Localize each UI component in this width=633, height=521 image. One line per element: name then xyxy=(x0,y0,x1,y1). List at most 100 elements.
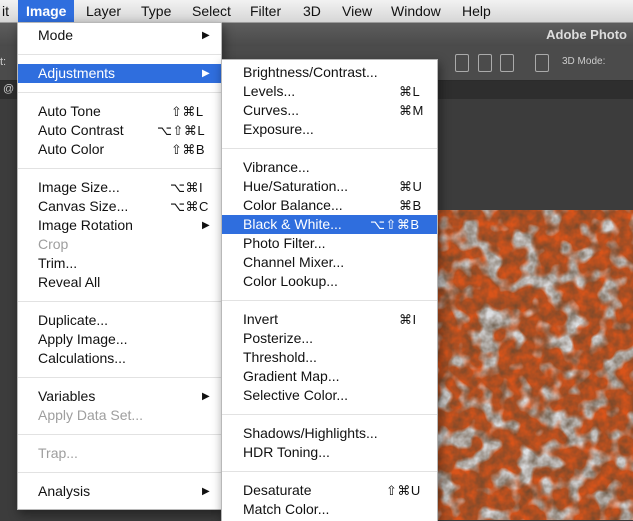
menu-item-mode[interactable]: Mode ▶ xyxy=(18,26,221,45)
menu-item-auto-tone[interactable]: Auto Tone ⇧⌘L xyxy=(18,102,221,121)
menu-item-calculations-label: Calculations... xyxy=(38,350,126,366)
menu-item-color-balance[interactable]: Color Balance... ⌘B xyxy=(222,196,437,215)
menu-item-desaturate[interactable]: Desaturate ⇧⌘U xyxy=(222,481,437,500)
shortcut: ⌘L xyxy=(399,84,421,99)
menu-item-auto-color[interactable]: Auto Color ⇧⌘B xyxy=(18,140,221,159)
menu-help[interactable]: Help xyxy=(462,0,491,22)
menu-layer[interactable]: Layer xyxy=(86,0,121,22)
menu-item-label: Photo Filter... xyxy=(243,235,326,251)
menu-item-image-size-label: Image Size... xyxy=(38,179,120,195)
menu-item-photo-filter[interactable]: Photo Filter... xyxy=(222,234,437,253)
shortcut: ⇧⌘B xyxy=(171,142,206,157)
menu-item-label: Hue/Saturation... xyxy=(243,178,349,194)
submenu-arrow-icon: ▶ xyxy=(202,486,210,497)
menu-item-levels[interactable]: Levels... ⌘L xyxy=(222,82,437,101)
menu-image[interactable]: Image xyxy=(18,0,75,22)
submenu-arrow-icon: ▶ xyxy=(202,30,210,41)
menu-separator xyxy=(18,54,221,55)
menu-item-selective-color[interactable]: Selective Color... xyxy=(222,386,437,405)
menu-item-label: Match Color... xyxy=(243,501,330,517)
3d-mode-label: 3D Mode: xyxy=(562,56,606,67)
menu-item-color-lookup[interactable]: Color Lookup... xyxy=(222,272,437,291)
menu-item-label: Threshold... xyxy=(243,349,317,365)
menu-item-apply-data-set-label: Apply Data Set... xyxy=(38,407,144,423)
menu-select[interactable]: Select xyxy=(192,0,231,22)
canvas-image xyxy=(420,210,633,520)
image-menu: Mode ▶ Adjustments ▶ Auto Tone ⇧⌘L Auto … xyxy=(17,22,222,510)
menu-item-label: Exposure... xyxy=(243,121,314,137)
menu-separator xyxy=(222,471,437,472)
shortcut: ⇧⌘U xyxy=(386,483,421,498)
menu-item-adjustments[interactable]: Adjustments ▶ xyxy=(18,64,221,83)
menu-item-trim[interactable]: Trim... xyxy=(18,254,221,273)
menu-filter[interactable]: Filter xyxy=(250,0,281,22)
menu-item-trap: Trap... xyxy=(18,444,221,463)
menu-type[interactable]: Type xyxy=(141,0,171,22)
menu-item-auto-color-label: Auto Color xyxy=(38,141,105,157)
menu-item-duplicate-label: Duplicate... xyxy=(38,312,109,328)
menu-item-duplicate[interactable]: Duplicate... xyxy=(18,311,221,330)
menu-item-analysis[interactable]: Analysis ▶ xyxy=(18,482,221,501)
menu-item-curves[interactable]: Curves... ⌘M xyxy=(222,101,437,120)
menu-item-label: Black & White... xyxy=(243,216,342,232)
menu-item-auto-contrast[interactable]: Auto Contrast ⌥⇧⌘L xyxy=(18,121,221,140)
menu-item-mode-label: Mode xyxy=(38,27,74,43)
menu-item-reveal-all[interactable]: Reveal All xyxy=(18,273,221,292)
menu-item-vibrance[interactable]: Vibrance... xyxy=(222,158,437,177)
menu-item-label: Curves... xyxy=(243,102,300,118)
shortcut: ⌘U xyxy=(399,179,423,194)
shortcut: ⌘M xyxy=(399,103,424,118)
menu-item-image-size[interactable]: Image Size... ⌥⌘I xyxy=(18,178,221,197)
menu-item-calculations[interactable]: Calculations... xyxy=(18,349,221,368)
menu-separator xyxy=(18,301,221,302)
menu-item-label: Posterize... xyxy=(243,330,314,346)
distribute-icon[interactable] xyxy=(535,54,549,72)
options-edge-label: t: xyxy=(0,56,7,68)
shortcut: ⌥⇧⌘L xyxy=(157,123,206,138)
menu-separator xyxy=(18,92,221,93)
menu-item-match-color[interactable]: Match Color... xyxy=(222,500,437,519)
menu-item-label: Gradient Map... xyxy=(243,368,340,384)
menu-item-shadows-highlights[interactable]: Shadows/Highlights... xyxy=(222,424,437,443)
submenu-arrow-icon: ▶ xyxy=(202,391,210,402)
menu-item-variables-label: Variables xyxy=(38,388,96,404)
menu-view[interactable]: View xyxy=(342,0,372,22)
menu-item-black-white[interactable]: Black & White... ⌥⇧⌘B xyxy=(222,215,437,234)
menu-item-hdr-toning[interactable]: HDR Toning... xyxy=(222,443,437,462)
menu-item-brightness-contrast[interactable]: Brightness/Contrast... xyxy=(222,63,437,82)
menu-item-posterize[interactable]: Posterize... xyxy=(222,329,437,348)
menu-separator xyxy=(222,414,437,415)
menu-item-auto-contrast-label: Auto Contrast xyxy=(38,122,124,138)
menu-item-apply-image-label: Apply Image... xyxy=(38,331,128,347)
menu-item-label: Vibrance... xyxy=(243,159,310,175)
menu-item-image-rotation[interactable]: Image Rotation ▶ xyxy=(18,216,221,235)
menu-item-crop-label: Crop xyxy=(38,236,69,252)
menu-item-gradient-map[interactable]: Gradient Map... xyxy=(222,367,437,386)
menu-item-variables[interactable]: Variables ▶ xyxy=(18,387,221,406)
menu-item-apply-data-set: Apply Data Set... xyxy=(18,406,221,425)
shortcut: ⌘B xyxy=(399,198,422,213)
menu-edit-partial[interactable]: it xyxy=(0,0,11,22)
menu-item-label: Color Lookup... xyxy=(243,273,338,289)
menu-item-trim-label: Trim... xyxy=(38,255,78,271)
align-bottom-icon[interactable] xyxy=(500,54,514,72)
menu-item-label: Shadows/Highlights... xyxy=(243,425,378,441)
menu-item-invert[interactable]: Invert ⌘I xyxy=(222,310,437,329)
align-icon[interactable] xyxy=(455,54,469,72)
menu-3d[interactable]: 3D xyxy=(303,0,321,22)
align-center-icon[interactable] xyxy=(478,54,492,72)
menu-window[interactable]: Window xyxy=(391,0,441,22)
menu-item-hue-saturation[interactable]: Hue/Saturation... ⌘U xyxy=(222,177,437,196)
menu-item-adjustments-label: Adjustments xyxy=(38,65,116,81)
menu-item-channel-mixer[interactable]: Channel Mixer... xyxy=(222,253,437,272)
menu-item-apply-image[interactable]: Apply Image... xyxy=(18,330,221,349)
menu-item-image-rotation-label: Image Rotation xyxy=(38,217,133,233)
menu-item-exposure[interactable]: Exposure... xyxy=(222,120,437,139)
menu-separator xyxy=(18,377,221,378)
menu-item-threshold[interactable]: Threshold... xyxy=(222,348,437,367)
app-title: Adobe Photo xyxy=(546,27,627,42)
menu-separator xyxy=(18,434,221,435)
menu-item-auto-tone-label: Auto Tone xyxy=(38,103,101,119)
menu-item-label: Color Balance... xyxy=(243,197,343,213)
menu-item-canvas-size[interactable]: Canvas Size... ⌥⌘C xyxy=(18,197,221,216)
